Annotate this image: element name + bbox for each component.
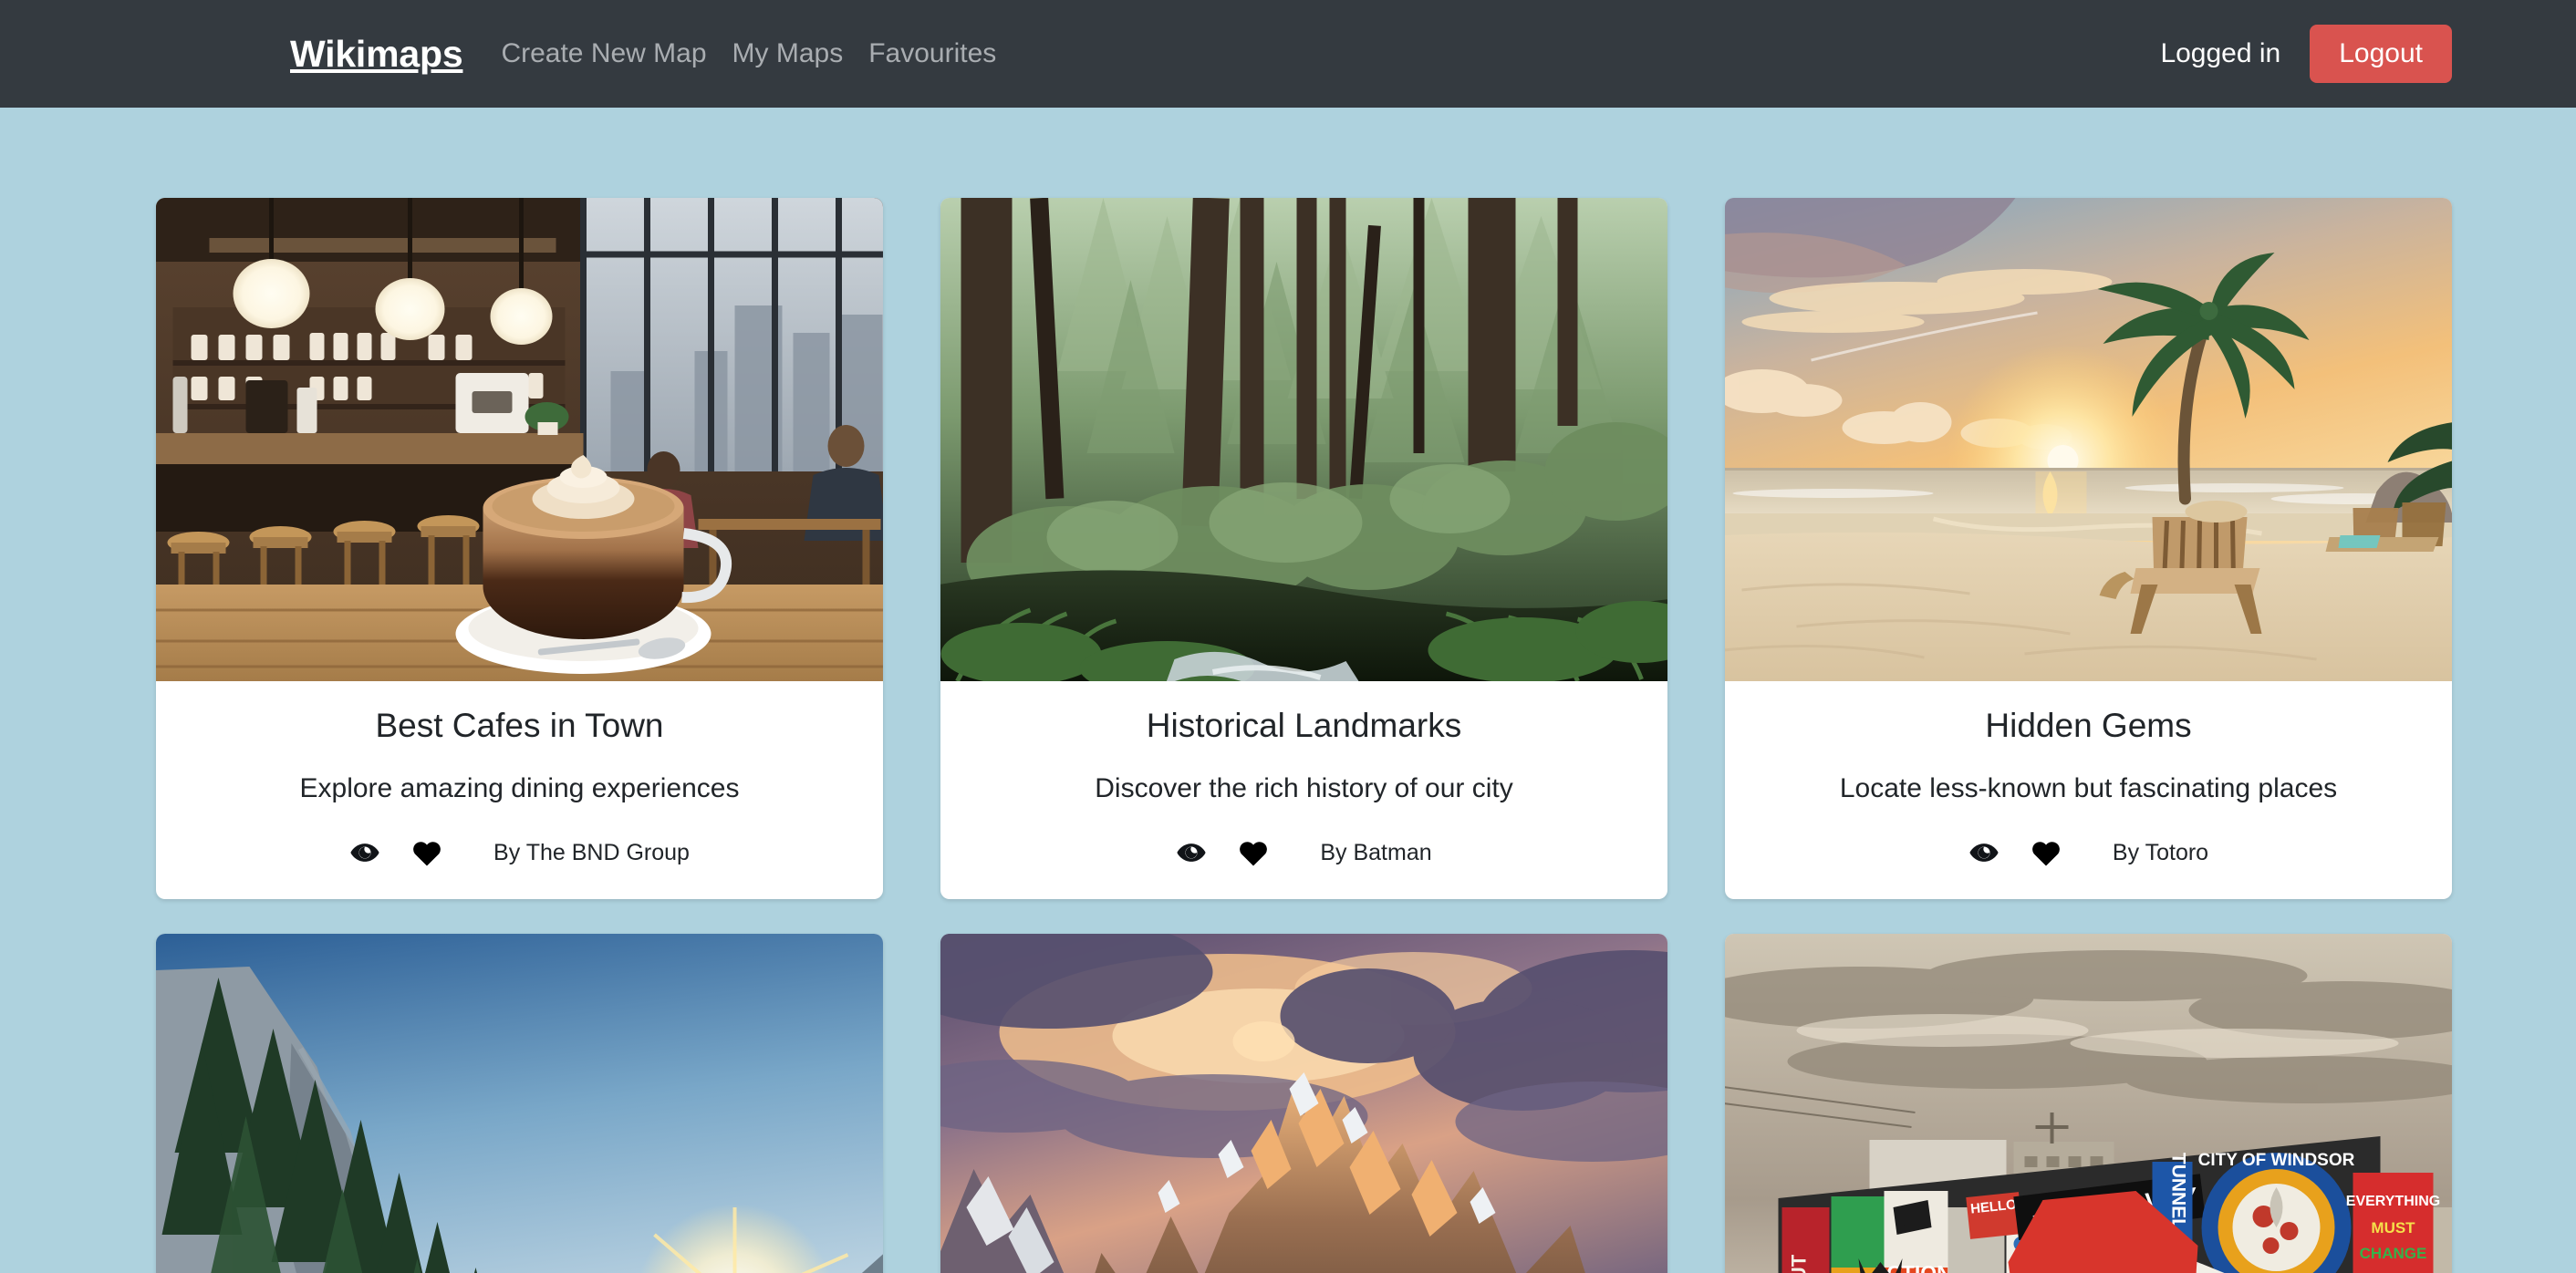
map-card[interactable]	[940, 934, 1667, 1273]
card-image-mountain-peaks[interactable]	[940, 934, 1667, 1273]
svg-text:CHANGE: CHANGE	[2360, 1245, 2427, 1262]
svg-text:MUST: MUST	[2371, 1219, 2415, 1237]
map-card[interactable]	[156, 934, 883, 1273]
svg-text:THIS WAY OUT: THIS WAY OUT	[1788, 1254, 1811, 1273]
card-body: Hidden Gems Locate less-known but fascin…	[1725, 681, 2452, 899]
svg-text:EVERYTHING: EVERYTHING	[2346, 1194, 2440, 1209]
map-card[interactable]: THIS WAY OUT ACTION! SALE HELLO	[1725, 934, 2452, 1273]
brand-logo[interactable]: Wikimaps	[290, 33, 463, 76]
card-meta: By Batman	[968, 837, 1640, 868]
nav-link-create-new-map[interactable]: Create New Map	[501, 38, 706, 69]
card-meta: By The BND Group	[183, 837, 856, 868]
card-image-mountain-valley[interactable]	[156, 934, 883, 1273]
map-card[interactable]: Best Cafes in Town Explore amazing dinin…	[156, 198, 883, 900]
card-description: Locate less-known but fascinating places	[1839, 773, 2338, 804]
eye-icon[interactable]	[1968, 837, 2000, 868]
heart-icon[interactable]	[2031, 838, 2062, 867]
card-author: By Totoro	[2112, 839, 2209, 865]
nav-link-favourites[interactable]: Favourites	[868, 38, 996, 69]
card-author: By The BND Group	[493, 839, 690, 865]
nav-links: Create New Map My Maps Favourites	[501, 38, 996, 69]
svg-text:ST P: ST P	[2012, 1258, 2183, 1273]
map-card-grid: Best Cafes in Town Explore amazing dinin…	[0, 108, 2576, 1273]
card-image-beach[interactable]	[1725, 198, 2452, 681]
nav-link-my-maps[interactable]: My Maps	[732, 38, 844, 69]
card-body: Best Cafes in Town Explore amazing dinin…	[156, 681, 883, 899]
logout-button[interactable]: Logout	[2310, 25, 2452, 83]
card-description: Discover the rich history of our city	[1095, 773, 1513, 804]
map-card[interactable]: Hidden Gems Locate less-known but fascin…	[1725, 198, 2452, 900]
eye-icon[interactable]	[349, 837, 380, 868]
card-body: Historical Landmarks Discover the rich h…	[940, 681, 1667, 899]
card-title: Hidden Gems	[1985, 707, 2192, 744]
card-image-cafe[interactable]	[156, 198, 883, 681]
card-description: Explore amazing dining experiences	[299, 773, 740, 804]
svg-text:CITY OF WINDSOR: CITY OF WINDSOR	[2198, 1151, 2355, 1170]
card-meta: By Totoro	[1752, 837, 2425, 868]
heart-icon[interactable]	[1238, 838, 1269, 867]
card-author: By Batman	[1320, 839, 1432, 865]
eye-icon[interactable]	[1176, 837, 1207, 868]
top-navbar: Wikimaps Create New Map My Maps Favourit…	[0, 0, 2576, 108]
card-title: Best Cafes in Town	[375, 707, 664, 744]
auth-status-label: Logged in	[2160, 38, 2281, 68]
card-title: Historical Landmarks	[1146, 707, 1462, 744]
heart-icon[interactable]	[411, 838, 442, 867]
map-card[interactable]: Historical Landmarks Discover the rich h…	[940, 198, 1667, 900]
card-image-street-art[interactable]: THIS WAY OUT ACTION! SALE HELLO	[1725, 934, 2452, 1273]
card-image-forest[interactable]	[940, 198, 1667, 681]
nav-right-group: Logged in Logout	[2160, 25, 2452, 83]
